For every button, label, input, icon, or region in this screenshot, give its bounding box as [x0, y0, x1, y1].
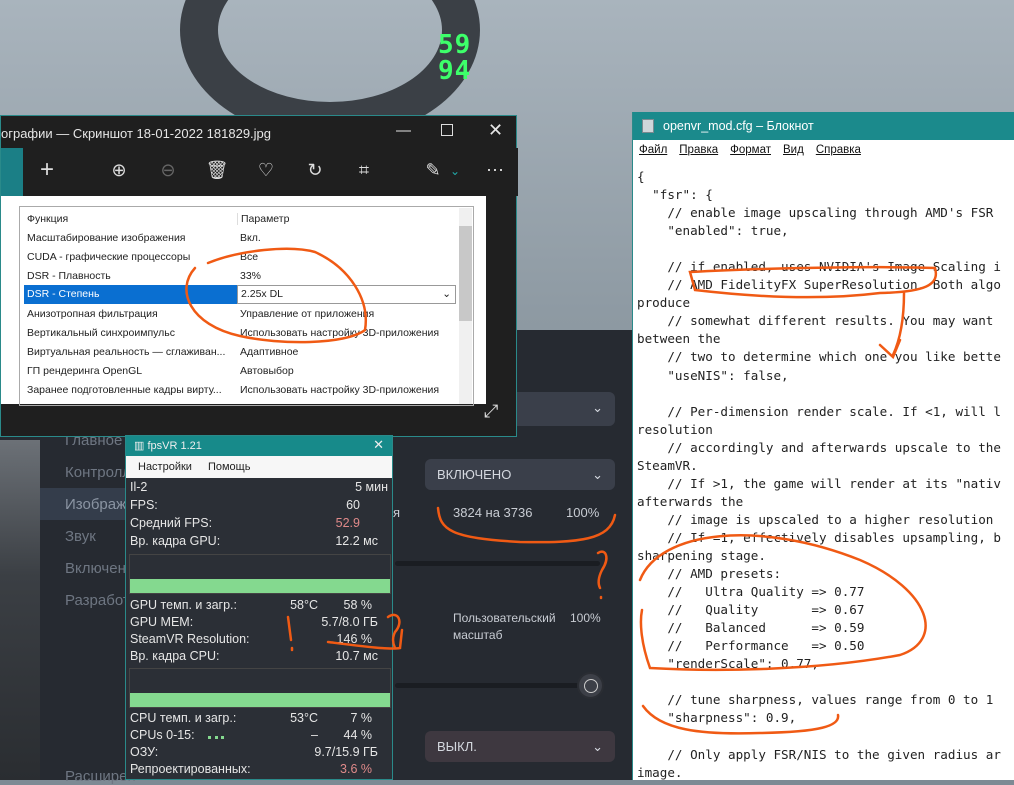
- menu-bar: Файл Правка Формат Вид Справка: [633, 140, 1014, 162]
- stat-row: ОЗУ: 9.7/15.9 ГБ: [130, 745, 378, 759]
- table-row[interactable]: DSR - Плавность 33%: [24, 266, 456, 285]
- sidebar-item-startup[interactable]: Включен: [65, 560, 126, 577]
- heart-icon[interactable]: ♡: [254, 160, 278, 181]
- fullscreen-icon[interactable]: ⤢: [484, 401, 498, 422]
- notepad-window: openvr_mod.cfg – Блокнот Файл Правка Фор…: [632, 112, 1014, 780]
- table-row-selected[interactable]: DSR - Степень 2.25x DL ⌄: [24, 285, 456, 304]
- window-title: openvr_mod.cfg – Блокнот: [663, 119, 814, 133]
- screenshot-image: Функция Параметр Масштабирование изображе…: [1, 196, 486, 406]
- photos-window: ографии — Скриншот 18-01-2022 181829.jpg…: [0, 115, 518, 437]
- chevron-down-icon: ⌄: [592, 739, 603, 754]
- chevron-down-icon[interactable]: ⌄: [443, 164, 467, 178]
- chevron-down-icon[interactable]: ⌄: [442, 286, 451, 303]
- crop-icon[interactable]: ⌗: [352, 160, 376, 181]
- fpsvr-window: ▥ fpsVR 1.21 ✕ Настройки Помощь Il-2 5 мин …: [125, 435, 393, 780]
- sidebar-item-audio[interactable]: Звук: [65, 528, 96, 545]
- add-icon[interactable]: +: [35, 156, 59, 184]
- menu-format[interactable]: Формат: [730, 144, 771, 158]
- scrollbar[interactable]: [459, 208, 472, 404]
- trash-icon[interactable]: 🗑: [205, 160, 229, 181]
- resolution-label: я: [393, 505, 401, 520]
- sidebar-item-developer[interactable]: Разработ: [65, 592, 130, 609]
- window-title: fpsVR 1.21: [147, 440, 202, 452]
- stat-row: Вр. кадра GPU: 12.2 мс: [130, 534, 378, 548]
- cockpit-image: [0, 440, 40, 780]
- resolution-value: 3824 на 3736: [453, 505, 533, 520]
- table-row[interactable]: Масштабирование изображения Вкл.: [24, 228, 456, 247]
- column-header: Функция: [27, 212, 69, 225]
- gpu-frametime-graph: [129, 554, 391, 594]
- cpu-cores-indicator: [208, 735, 224, 739]
- accent-block: [1, 148, 23, 196]
- table-row[interactable]: Виртуальная реальность — сглаживан... Ада…: [24, 342, 456, 361]
- menu-settings[interactable]: Настройки: [138, 461, 192, 473]
- cpu-frametime-graph: [129, 668, 391, 708]
- zoom-out-icon[interactable]: ⊖: [156, 160, 180, 181]
- slider-knob[interactable]: [577, 672, 604, 699]
- window-title: ографии — Скриншот 18-01-2022 181829.jpg: [1, 126, 272, 141]
- chevron-down-icon: ⌄: [592, 467, 603, 482]
- menu-edit[interactable]: Правка: [679, 144, 718, 158]
- resolution-percent: 100%: [566, 505, 600, 520]
- more-icon[interactable]: ⋯: [483, 160, 507, 181]
- text-editor[interactable]: { "fsr": { // enable image upscaling thr…: [637, 168, 1014, 782]
- notepad-icon: [642, 119, 654, 133]
- close-button[interactable]: ✕: [373, 437, 384, 453]
- edit-icon[interactable]: ✎: [421, 160, 445, 181]
- stat-row: SteamVR Resolution: 146 %: [130, 632, 372, 646]
- dropdown-value: ВКЛЮЧЕНО: [437, 467, 512, 482]
- hud-value-2: 94: [438, 56, 472, 86]
- table-row[interactable]: Заранее подготовленные кадры вирту... Исп…: [24, 380, 456, 399]
- off-dropdown[interactable]: ВЫКЛ. ⌄: [425, 731, 615, 762]
- hud-readout: 59 94: [438, 32, 471, 84]
- enabled-dropdown[interactable]: ВКЛЮЧЕНО ⌄: [425, 459, 615, 490]
- stat-row: Вр. кадра CPU: 10.7 мс: [130, 649, 378, 663]
- sidebar-item-controllers[interactable]: Контролл: [65, 464, 131, 481]
- chevron-down-icon: ⌄: [592, 400, 603, 415]
- stat-row: GPU MEM: 5.7/8.0 ГБ: [130, 615, 378, 629]
- column-header: Параметр: [237, 212, 289, 225]
- menu-help[interactable]: Помощь: [208, 461, 251, 473]
- toolbar: + ⊕ ⊖ 🗑 ♡ ↻ ⌗ ✎ ⌄ ⋯: [1, 148, 518, 196]
- nvidia-settings-table: Функция Параметр Масштабирование изображе…: [19, 206, 474, 406]
- title-bar: ▥ fpsVR 1.21 ✕: [126, 436, 392, 456]
- resolution-slider[interactable]: [395, 561, 600, 566]
- title-bar: openvr_mod.cfg – Блокнот: [633, 112, 1014, 140]
- stat-row: Средний FPS: 52.9: [130, 516, 360, 530]
- stat-row: FPS: 60: [130, 498, 360, 512]
- stat-row: CPU темп. и загр.: 53°C 7 %: [130, 711, 372, 725]
- table-row[interactable]: Анизотропная фильтрация Управление от при…: [24, 304, 456, 323]
- dropdown-value: ВЫКЛ.: [437, 739, 477, 754]
- table-row[interactable]: ГП рендеринга OpenGL Автовыбор: [24, 361, 456, 380]
- stat-row: CPUs 0-15: –44 %: [130, 728, 372, 742]
- zoom-in-icon[interactable]: ⊕: [107, 160, 131, 181]
- stat-row: GPU темп. и загр.: 58°C 58 %: [130, 598, 372, 612]
- custom-scale-label: Пользовательский: [453, 611, 556, 625]
- menu-file[interactable]: Файл: [639, 144, 667, 158]
- hud-value-1: 59: [438, 30, 472, 60]
- minimize-button[interactable]: —: [396, 122, 411, 139]
- chart-icon: ▥: [134, 440, 148, 452]
- menu-bar: Настройки Помощь: [126, 456, 392, 478]
- table-row[interactable]: Вертикальный синхроимпульс Использовать н…: [24, 323, 456, 342]
- custom-scale-slider[interactable]: [395, 683, 600, 688]
- custom-scale-label-2: масштаб: [453, 628, 503, 642]
- custom-scale-percent: 100%: [570, 611, 601, 625]
- menu-view[interactable]: Вид: [783, 144, 804, 158]
- stat-row: Репроектированных: 3.6 %: [130, 762, 372, 776]
- maximize-button[interactable]: [441, 124, 453, 136]
- stat-row: Il-2 5 мин: [130, 480, 388, 494]
- menu-help[interactable]: Справка: [816, 144, 861, 158]
- table-row[interactable]: CUDA - графические процессоры Все: [24, 247, 456, 266]
- close-button[interactable]: ✕: [488, 120, 503, 141]
- rotate-icon[interactable]: ↻: [303, 160, 327, 181]
